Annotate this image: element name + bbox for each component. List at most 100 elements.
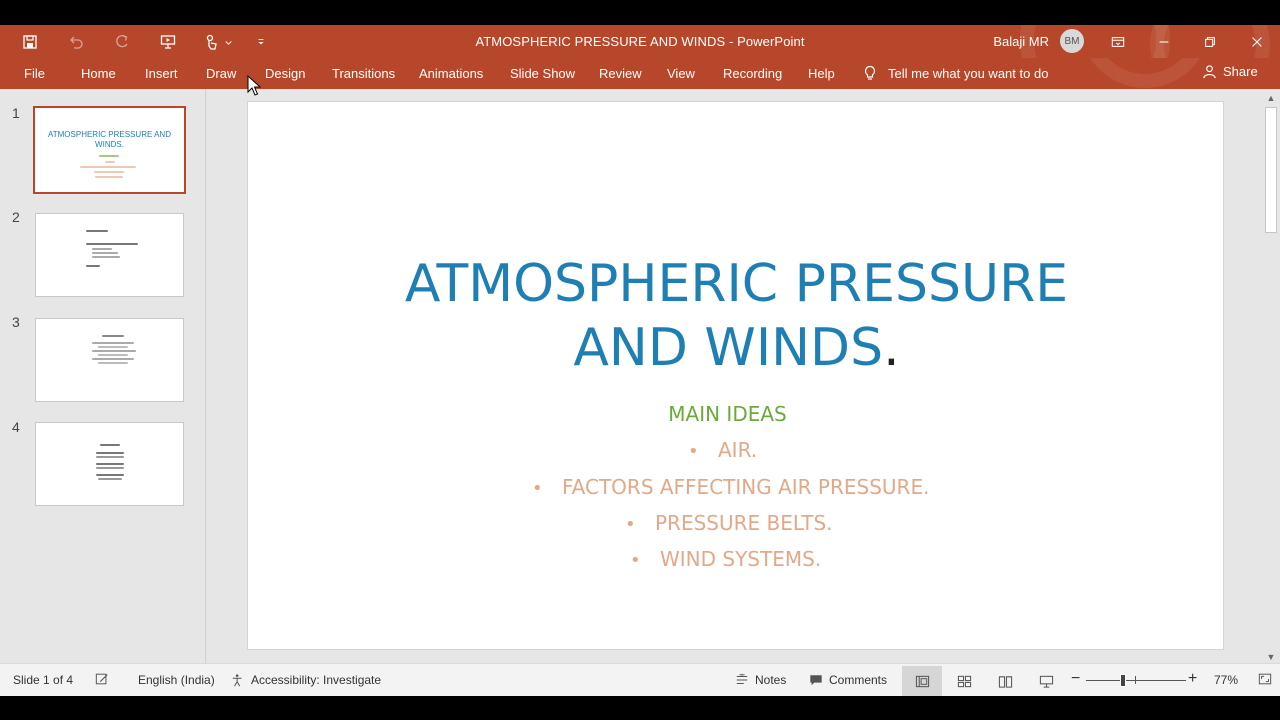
tab-transitions[interactable]: Transitions (332, 66, 395, 81)
ribbon-tab-bar: File Home Insert Draw Design Transitions… (0, 58, 1280, 89)
thumbnail-text-line (96, 474, 124, 476)
accessibility-button[interactable]: Accessibility: Investigate (231, 673, 381, 687)
reading-view-button[interactable] (985, 666, 1025, 696)
slide-number: 2 (12, 209, 20, 225)
slide-title-line-1: ATMOSPHERIC PRESSURE (404, 254, 1069, 314)
notes-label: Notes (755, 673, 787, 687)
zoom-slider-track[interactable] (1086, 680, 1186, 681)
fit-to-window-icon (1258, 673, 1272, 685)
slide-thumbnail-3[interactable] (35, 318, 184, 402)
tell-me-search[interactable]: Tell me what you want to do (862, 61, 1048, 85)
bullet-text: AIR. (718, 438, 758, 462)
tab-file[interactable]: File (24, 66, 45, 81)
tab-slide-show[interactable]: Slide Show (510, 66, 575, 81)
user-name[interactable]: Balaji MR (993, 34, 1049, 49)
accessibility-icon (232, 674, 242, 687)
status-bar: Slide 1 of 4 English (India) Accessibili… (0, 663, 1280, 696)
comments-label: Comments (829, 673, 888, 687)
vertical-scrollbar[interactable]: ▲ ▼ (1262, 89, 1280, 665)
tab-home[interactable]: Home (81, 66, 116, 81)
zoom-level[interactable]: 77% (1214, 673, 1238, 687)
thumbnail-text-line (86, 243, 138, 245)
scroll-up-icon[interactable]: ▲ (1266, 93, 1276, 103)
slide-title[interactable]: ATMOSPHERIC PRESSURE AND WINDS. (248, 252, 1225, 380)
thumbnail-text-line (92, 342, 134, 344)
title-bar: ATMOSPHERIC PRESSURE AND WINDS - PowerPo… (0, 25, 1280, 58)
scroll-down-icon[interactable]: ▼ (1266, 652, 1276, 662)
bullet-text: PRESSURE BELTS. (655, 511, 833, 535)
slide-editor: ATMOSPHERIC PRESSURE AND WINDS. MAIN IDE… (207, 89, 1264, 663)
tell-me-label: Tell me what you want to do (888, 65, 1049, 81)
slide-show-view-button[interactable] (1026, 666, 1066, 696)
bullet-item[interactable]: • FACTORS AFFECTING AIR PRESSURE. (532, 475, 929, 499)
comment-icon (810, 675, 822, 686)
slide-number: 3 (12, 314, 20, 330)
minimize-button[interactable] (1141, 25, 1187, 58)
slide-title-period: . (883, 318, 900, 378)
thumbnail-text-line (99, 155, 119, 157)
restore-button[interactable] (1187, 25, 1233, 58)
notes-button[interactable]: Notes (735, 673, 786, 687)
thumbnail-text-line (98, 354, 128, 356)
tab-animations[interactable]: Animations (419, 66, 483, 81)
bullet-item[interactable]: • AIR. (688, 438, 757, 462)
spell-check-button[interactable] (95, 672, 109, 686)
ribbon-display-icon (1111, 36, 1125, 47)
thumbnail-text-line (92, 358, 134, 360)
tab-help[interactable]: Help (808, 66, 835, 81)
minimize-icon (1159, 40, 1169, 43)
thumbnail-text-line (96, 467, 124, 469)
slide-indicator: Slide 1 of 4 (13, 673, 74, 687)
spell-check-icon (95, 673, 108, 685)
document-title: ATMOSPHERIC PRESSURE AND WINDS - PowerPo… (475, 34, 805, 49)
zoom-in-button[interactable]: + (1188, 670, 1197, 688)
normal-view-button[interactable] (902, 666, 942, 696)
thumbnail-text-line (96, 452, 124, 454)
thumbnail-text-line (98, 478, 122, 480)
close-icon (1252, 36, 1262, 47)
tab-draw[interactable]: Draw (206, 66, 236, 81)
lightbulb-icon (864, 65, 876, 80)
slide-subtitle[interactable]: MAIN IDEAS (248, 402, 1207, 426)
fit-slide-button[interactable] (1258, 672, 1272, 686)
accessibility-label: Accessibility: Investigate (251, 673, 382, 687)
zoom-out-button[interactable]: − (1071, 670, 1080, 688)
language-indicator[interactable]: English (India) (138, 673, 215, 687)
thumbnail-text-line (92, 248, 112, 250)
person-icon (1203, 65, 1216, 79)
slide-canvas[interactable]: ATMOSPHERIC PRESSURE AND WINDS. MAIN IDE… (247, 101, 1224, 650)
close-button[interactable] (1234, 25, 1280, 58)
slide-number: 1 (12, 105, 20, 121)
share-label: Share (1223, 64, 1258, 79)
slide-title-line-2: AND WINDS. (248, 316, 1225, 380)
slide-show-icon (1039, 675, 1053, 688)
mouse-cursor-icon (247, 75, 261, 96)
zoom-slider-thumb[interactable] (1120, 674, 1126, 687)
scrollbar-thumb[interactable] (1265, 107, 1277, 233)
thumbnail-text-line (98, 346, 128, 348)
tab-insert[interactable]: Insert (145, 66, 178, 81)
tab-view[interactable]: View (667, 66, 695, 81)
bullet-text: FACTORS AFFECTING AIR PRESSURE. (562, 475, 930, 499)
slide-thumbnail-2[interactable] (35, 213, 184, 297)
ribbon-display-options-button[interactable] (1095, 25, 1141, 58)
normal-view-icon (915, 675, 929, 687)
thumbnail-text-line (98, 362, 128, 364)
thumbnail-text-line (86, 230, 108, 232)
tab-review[interactable]: Review (599, 66, 642, 81)
reading-view-icon (998, 675, 1012, 688)
slide-sorter-view-button[interactable] (944, 666, 984, 696)
share-button[interactable]: Share (1202, 64, 1258, 79)
avatar[interactable]: BM (1060, 29, 1084, 53)
tab-design[interactable]: Design (265, 66, 305, 81)
bullet-item[interactable]: • WIND SYSTEMS. (630, 547, 821, 571)
slide-title-text: AND WINDS (573, 318, 884, 378)
bullet-item[interactable]: • PRESSURE BELTS. (625, 511, 833, 535)
slide-thumbnail-1[interactable]: ATMOSPHERIC PRESSURE AND WINDS. (33, 106, 186, 194)
thumbnail-text-line (94, 171, 124, 173)
slide-sorter-icon (957, 675, 971, 687)
comments-button[interactable]: Comments (809, 673, 887, 687)
bullet-marker: • (630, 550, 641, 571)
slide-thumbnail-4[interactable] (35, 422, 184, 506)
tab-recording[interactable]: Recording (723, 66, 782, 81)
